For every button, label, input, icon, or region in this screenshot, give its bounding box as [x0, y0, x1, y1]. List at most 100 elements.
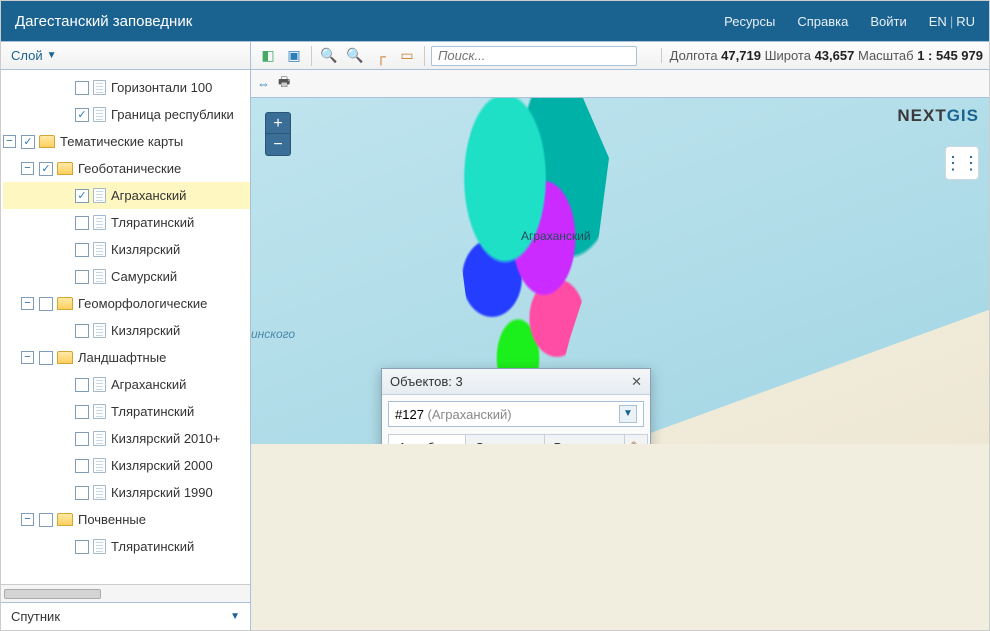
page-icon [93, 269, 106, 284]
info-button[interactable]: i [957, 598, 979, 620]
chevron-down-icon[interactable]: ▼ [619, 405, 637, 423]
share-button[interactable]: ⋮⋮ [945, 146, 979, 180]
close-icon[interactable]: ✕ [631, 374, 642, 390]
checkbox[interactable] [75, 486, 89, 500]
tab-attachments[interactable]: Вложения [544, 434, 625, 460]
popup-header[interactable]: Объектов: 3 ✕ [382, 369, 650, 395]
select-icon[interactable]: ▣ [283, 46, 305, 66]
checkbox[interactable] [75, 81, 89, 95]
zoom-in-button[interactable]: + [265, 112, 291, 134]
attr-value: 20066.08726 [484, 554, 638, 569]
zoom-in-icon[interactable]: 🔍 [318, 46, 340, 66]
map-area: ◧ ▣ 🔍 🔍 ┌ ▭ Долгота 47,719 Широта 43,657… [251, 42, 989, 630]
checkbox[interactable] [75, 432, 89, 446]
measure-line-icon[interactable]: ┌ [370, 46, 392, 66]
lang-ru[interactable]: RU [956, 14, 975, 29]
tree-row[interactable]: Кизлярский 1990 [3, 479, 250, 506]
zoom-out-icon[interactable]: 🔍 [344, 46, 366, 66]
tree-row[interactable]: −✓ Геоботанические [3, 155, 250, 182]
tree-label: Кизлярский 2010+ [111, 431, 220, 446]
link-resources[interactable]: Ресурсы [724, 14, 775, 29]
tree-row[interactable]: − Геоморфологические [3, 290, 250, 317]
zoom-out-button[interactable]: − [265, 134, 291, 156]
link-login[interactable]: Войти [870, 14, 906, 29]
checkbox[interactable] [39, 297, 53, 311]
tree-row[interactable]: −✓Тематические карты [3, 128, 250, 155]
checkbox[interactable] [75, 378, 89, 392]
tree-label: Геоморфологические [78, 296, 207, 311]
page-icon [93, 377, 106, 392]
tab-attributes[interactable]: Атрибуты [388, 434, 466, 460]
page-icon [93, 107, 106, 122]
tab-description[interactable]: Описание [465, 434, 545, 460]
edit-icon[interactable]: ✎ [624, 434, 648, 460]
checkbox[interactable] [75, 405, 89, 419]
tree-label: Геоботанические [78, 161, 181, 176]
folder-icon [57, 162, 73, 175]
checkbox[interactable]: ✓ [75, 108, 89, 122]
link-help[interactable]: Справка [797, 14, 848, 29]
tree-row[interactable]: Тляратинский [3, 533, 250, 560]
checkbox[interactable] [75, 324, 89, 338]
folder-icon [57, 351, 73, 364]
print-icon[interactable]: 🖶 [278, 73, 290, 95]
measure-area-icon[interactable]: ▭ [396, 46, 418, 66]
attr-key: Ассоциация [394, 470, 484, 500]
tree-row[interactable]: Тляратинский [3, 209, 250, 236]
layers-panel-title[interactable]: Слой ▼ [1, 42, 250, 70]
checkbox[interactable] [39, 513, 53, 527]
app-title: Дагестанский заповедник [15, 13, 724, 30]
page-icon [93, 188, 106, 203]
tree-row[interactable]: −Почвенные [3, 506, 250, 533]
tree-row[interactable]: −Ландшафтные [3, 344, 250, 371]
expander-icon[interactable]: − [21, 351, 34, 364]
expander-icon[interactable]: − [21, 162, 34, 175]
checkbox[interactable] [75, 243, 89, 257]
checkbox[interactable] [75, 270, 89, 284]
tree-label: Тляратинский [111, 215, 194, 230]
tree-row[interactable]: Кизлярский [3, 317, 250, 344]
checkbox[interactable]: ✓ [39, 162, 53, 176]
lang-en[interactable]: EN [929, 14, 947, 29]
basemap-switch[interactable]: Спутник ▼ [1, 602, 250, 630]
share-icon: ⋮⋮ [944, 153, 980, 174]
tree-label: Самурский [111, 269, 177, 284]
expander-icon[interactable]: − [21, 297, 34, 310]
lang-switch[interactable]: EN|RU [929, 14, 975, 29]
tree-row[interactable]: Горизонтали 100 [3, 74, 250, 101]
tree-row[interactable]: Самурский [3, 263, 250, 290]
tree-row[interactable]: Аграханский [3, 371, 250, 398]
tree-row[interactable]: Кизлярский [3, 236, 250, 263]
search-input[interactable] [431, 46, 637, 66]
checkbox[interactable] [75, 540, 89, 554]
tree-label: Аграханский [111, 377, 186, 392]
expander-icon[interactable]: − [21, 513, 34, 526]
map-canvas[interactable]: Аграханский инского баш ГОРОДСКОЙОКРУГ М… [251, 98, 989, 630]
checkbox[interactable] [39, 351, 53, 365]
map-label-city: ГОРОДСКОЙОКРУГ МАХАЧКАЛА [521, 592, 650, 618]
checkbox[interactable]: ✓ [75, 189, 89, 203]
layer-tree[interactable]: Горизонтали 100 ✓Граница республики−✓Тема… [1, 70, 250, 584]
tree-row[interactable]: ✓Граница республики [3, 101, 250, 128]
page-icon [93, 539, 106, 554]
checkbox[interactable]: ✓ [21, 135, 35, 149]
header-nav: Ресурсы Справка Войти [724, 14, 907, 29]
tree-row[interactable]: ✓Аграханский [3, 182, 250, 209]
pan-icon[interactable]: ⇔ [257, 76, 270, 91]
tree-row[interactable]: Тляратинский [3, 398, 250, 425]
horizontal-scrollbar[interactable] [1, 584, 250, 602]
zoom-control: + − [265, 112, 291, 156]
tree-label: Кизлярский 2000 [111, 458, 213, 473]
checkbox[interactable] [75, 459, 89, 473]
feature-select[interactable]: #127 (Аграханский) ▼ [388, 401, 644, 427]
expander-icon[interactable]: − [3, 135, 16, 148]
tree-row[interactable]: Кизлярский 2010+ [3, 425, 250, 452]
zoom-extent-icon[interactable]: ◧ [257, 46, 279, 66]
identify-popup: Объектов: 3 ✕ #127 (Аграханский) ▼ Атриб… [381, 368, 651, 586]
tree-label: Горизонтали 100 [111, 80, 212, 95]
tree-row[interactable]: Кизлярский 2000 [3, 452, 250, 479]
tree-label: Кизлярский [111, 323, 180, 338]
checkbox[interactable] [75, 216, 89, 230]
attr-row: Тип_растН/Д [394, 504, 638, 527]
page-icon [93, 323, 106, 338]
